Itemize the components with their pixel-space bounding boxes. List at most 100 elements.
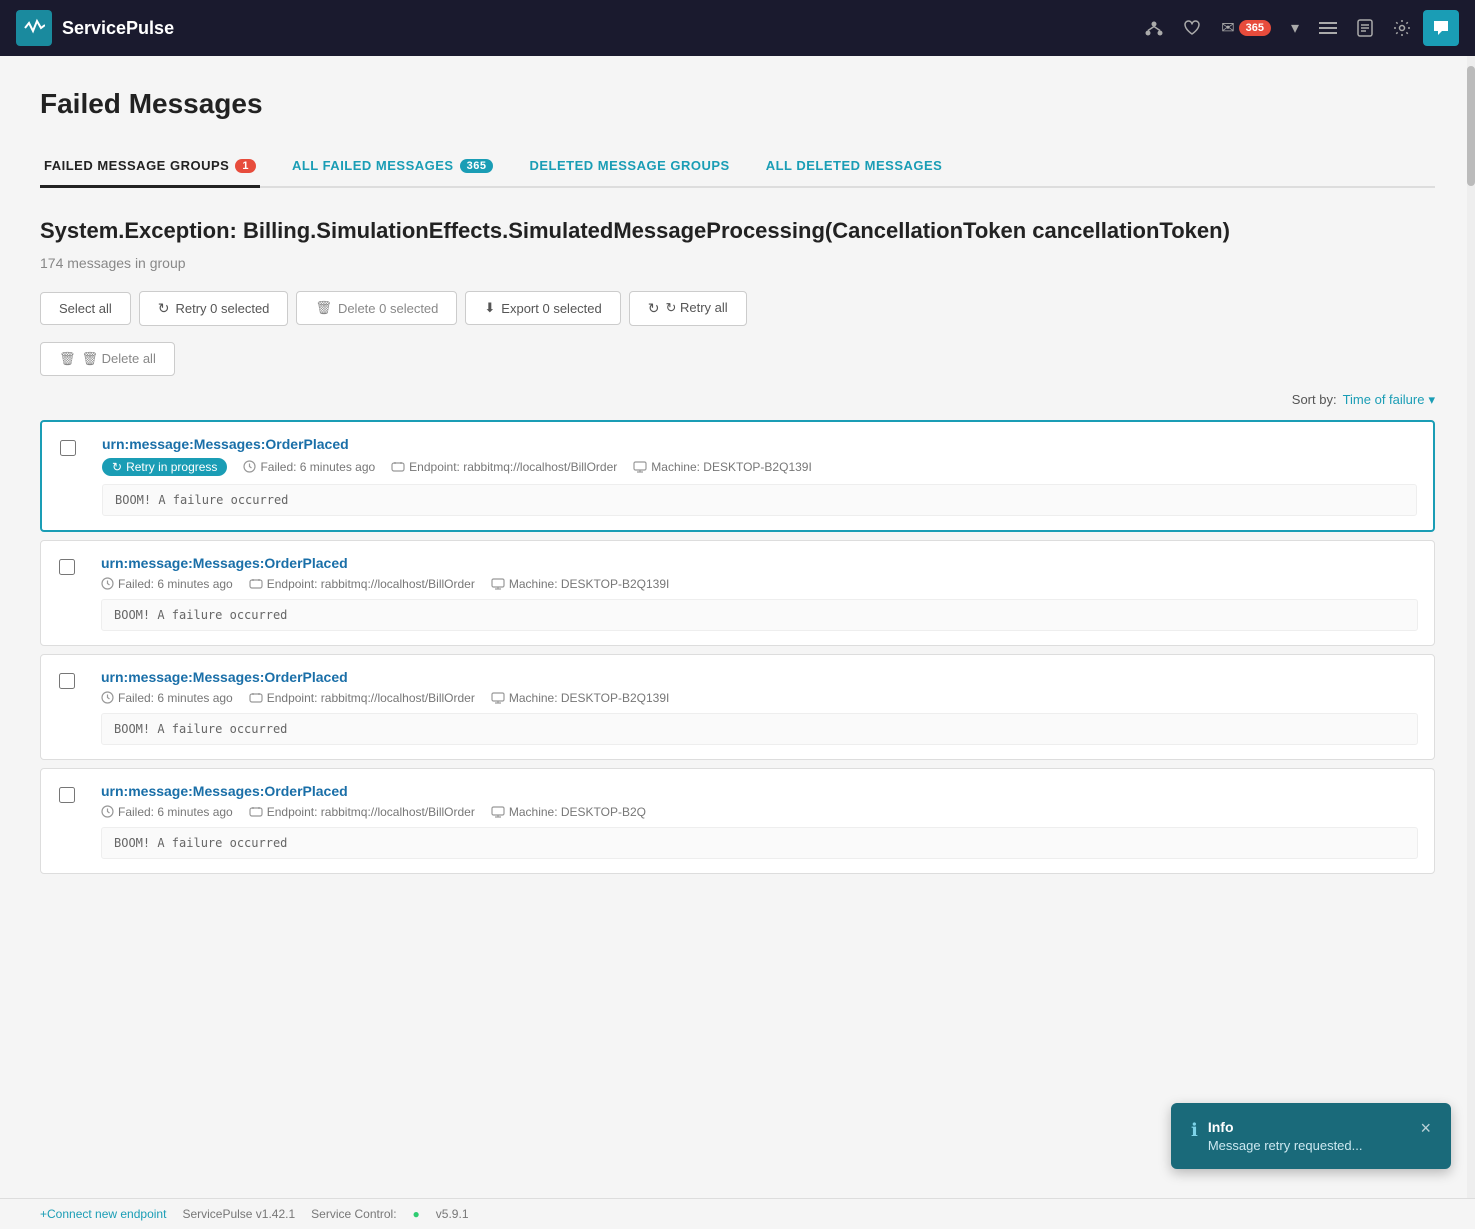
message-2-machine: Machine: DESKTOP-B2Q139I (491, 577, 670, 591)
table-row: urn:message:Messages:OrderPlaced Failed:… (40, 540, 1435, 646)
select-all-button[interactable]: Select all (40, 292, 131, 325)
message-4-checkbox[interactable] (59, 787, 75, 803)
chat-icon-btn[interactable] (1423, 10, 1459, 46)
message-2-meta: Failed: 6 minutes ago Endpoint: rabbitmq… (101, 577, 1418, 591)
message-2-checkbox[interactable] (59, 559, 75, 575)
message-4-error: BOOM! A failure occurred (101, 827, 1418, 859)
delete-selected-button[interactable]: 🗑 Delete 0 selected (296, 291, 457, 325)
message-1-urn[interactable]: urn:message:Messages:OrderPlaced (102, 436, 1417, 452)
footer-service-control-version: v5.9.1 (436, 1207, 469, 1221)
tab-all-failed-badge: 365 (460, 159, 494, 173)
select-all-label: Select all (59, 301, 112, 316)
sort-chevron-icon: ▾ (1428, 392, 1435, 408)
message-1-meta: ↻ Retry in progress Failed: 6 minutes ag… (102, 458, 1417, 476)
tab-all-deleted[interactable]: ALL DELETED MESSAGES (762, 146, 947, 188)
retry-in-progress-badge: ↻ Retry in progress (102, 458, 227, 476)
table-row: urn:message:Messages:OrderPlaced Failed:… (40, 654, 1435, 760)
message-2-urn[interactable]: urn:message:Messages:OrderPlaced (101, 555, 1418, 571)
heartbeat-icon-btn[interactable] (1175, 11, 1209, 45)
export-selected-icon: ⬇ (484, 300, 495, 316)
message-1-failed-time: Failed: 6 minutes ago (243, 460, 375, 474)
message-3-meta: Failed: 6 minutes ago Endpoint: rabbitmq… (101, 691, 1418, 705)
clock-icon (101, 691, 114, 704)
document-icon-btn[interactable] (1349, 11, 1381, 45)
delete-all-button[interactable]: 🗑 🗑 Delete all (40, 342, 175, 376)
scrollbar[interactable] (1467, 56, 1475, 1229)
delete-selected-label: Delete 0 selected (338, 301, 438, 316)
footer-version: ServicePulse v1.42.1 (182, 1207, 295, 1221)
toolbar-row-2: 🗑 🗑 Delete all (40, 342, 1435, 376)
info-icon: ℹ (1191, 1120, 1198, 1141)
delete-all-icon: 🗑 (59, 351, 76, 367)
message-1-endpoint: Endpoint: rabbitmq://localhost/BillOrder (391, 460, 617, 474)
sort-value[interactable]: Time of failure ▾ (1343, 392, 1435, 408)
tabs-bar: FAILED MESSAGE GROUPS 1 ALL FAILED MESSA… (40, 144, 1435, 188)
footer: +Connect new endpoint ServicePulse v1.42… (0, 1198, 1475, 1229)
menu-icon-btn[interactable] (1311, 11, 1345, 45)
toast-content: Info Message retry requested... (1208, 1119, 1411, 1153)
message-1-checkbox[interactable] (60, 440, 76, 456)
message-1-error: BOOM! A failure occurred (102, 484, 1417, 516)
toast-message: Message retry requested... (1208, 1138, 1411, 1153)
tab-deleted-groups-label: DELETED MESSAGE GROUPS (529, 158, 729, 173)
main-content: Failed Messages FAILED MESSAGE GROUPS 1 … (0, 56, 1475, 1229)
retry-badge-icon: ↻ (112, 460, 122, 474)
sort-value-text: Time of failure (1343, 392, 1425, 407)
app-name: ServicePulse (62, 18, 174, 39)
table-row: urn:message:Messages:OrderPlaced ↻ Retry… (40, 420, 1435, 532)
tab-failed-groups-label: FAILED MESSAGE GROUPS (44, 158, 229, 173)
endpoints-icon-btn[interactable] (1137, 11, 1171, 45)
table-row: urn:message:Messages:OrderPlaced Failed:… (40, 768, 1435, 874)
retry-all-button[interactable]: ↻ ↻ Retry all (629, 291, 747, 326)
message-2-error: BOOM! A failure occurred (101, 599, 1418, 631)
settings-icon-btn[interactable] (1385, 11, 1419, 45)
machine-icon (491, 806, 505, 818)
delete-selected-icon: 🗑 (315, 300, 332, 316)
message-4-endpoint: Endpoint: rabbitmq://localhost/BillOrder (249, 805, 475, 819)
message-3-error: BOOM! A failure occurred (101, 713, 1418, 745)
retry-badge-text: Retry in progress (126, 460, 217, 474)
toast-close-button[interactable]: × (1420, 1119, 1431, 1137)
scrollbar-thumb[interactable] (1467, 66, 1475, 186)
message-3-failed-time: Failed: 6 minutes ago (101, 691, 233, 705)
retry-selected-label: Retry 0 selected (175, 301, 269, 316)
message-3-checkbox[interactable] (59, 673, 75, 689)
app-header: ServicePulse ✉ 365 ▾ (0, 0, 1475, 56)
message-4-meta: Failed: 6 minutes ago Endpoint: rabbitmq… (101, 805, 1418, 819)
export-selected-button[interactable]: ⬇ Export 0 selected (465, 291, 620, 325)
toast-title: Info (1208, 1119, 1411, 1135)
message-2-endpoint: Endpoint: rabbitmq://localhost/BillOrder (249, 577, 475, 591)
export-selected-label: Export 0 selected (501, 301, 601, 316)
retry-all-label: ↻ Retry all (665, 300, 727, 316)
sort-label: Sort by: (1292, 392, 1337, 407)
notification-badge: 365 (1239, 20, 1271, 36)
connect-endpoint-link[interactable]: +Connect new endpoint (40, 1207, 166, 1221)
toast-notification: ℹ Info Message retry requested... × (1171, 1103, 1451, 1169)
endpoint-icon (391, 461, 405, 473)
header-icons: ✉ 365 ▾ (1137, 10, 1459, 46)
retry-all-icon: ↻ (648, 300, 660, 317)
endpoint-icon (249, 578, 263, 590)
logo-icon (16, 10, 52, 46)
dropdown-btn[interactable]: ▾ (1283, 10, 1307, 46)
message-4-urn[interactable]: urn:message:Messages:OrderPlaced (101, 783, 1418, 799)
tab-all-failed[interactable]: ALL FAILED MESSAGES 365 (288, 146, 498, 188)
toolbar-row-1: Select all ↻ Retry 0 selected 🗑 Delete 0… (40, 291, 1435, 326)
page-title: Failed Messages (40, 88, 1435, 120)
retry-selected-button[interactable]: ↻ Retry 0 selected (139, 291, 289, 326)
message-list: urn:message:Messages:OrderPlaced ↻ Retry… (40, 420, 1435, 874)
message-2-failed-time: Failed: 6 minutes ago (101, 577, 233, 591)
clock-icon (101, 805, 114, 818)
tab-deleted-groups[interactable]: DELETED MESSAGE GROUPS (525, 146, 733, 188)
message-4-machine: Machine: DESKTOP-B2Q (491, 805, 646, 819)
message-3-machine: Machine: DESKTOP-B2Q139I (491, 691, 670, 705)
footer-service-control-label: Service Control: (311, 1207, 396, 1221)
message-3-urn[interactable]: urn:message:Messages:OrderPlaced (101, 669, 1418, 685)
message-4-failed-time: Failed: 6 minutes ago (101, 805, 233, 819)
notifications-btn[interactable]: ✉ 365 (1213, 12, 1279, 44)
tab-failed-groups[interactable]: FAILED MESSAGE GROUPS 1 (40, 146, 260, 188)
endpoint-icon (249, 692, 263, 704)
tab-all-deleted-label: ALL DELETED MESSAGES (766, 158, 943, 173)
email-icon: ✉ (1221, 18, 1234, 38)
clock-icon (101, 577, 114, 590)
